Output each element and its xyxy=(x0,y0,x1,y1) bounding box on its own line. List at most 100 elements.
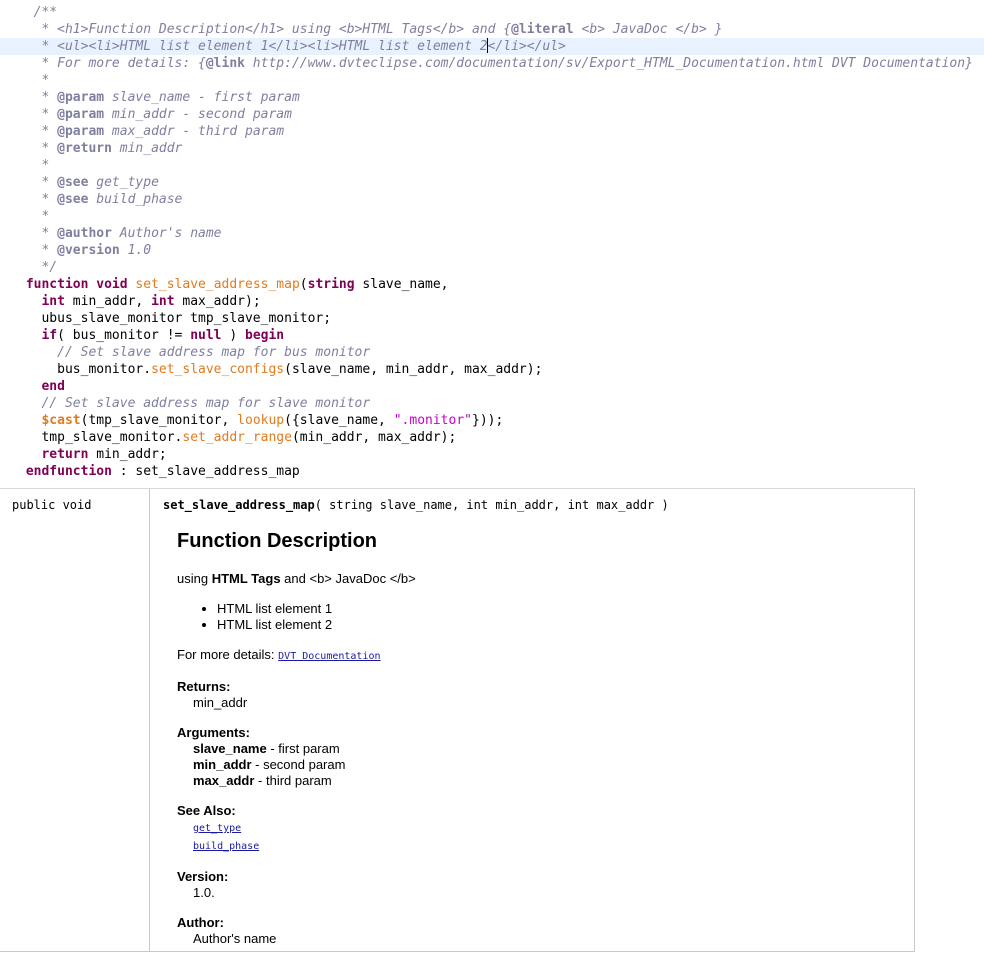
code-lines[interactable]: /** * <h1>Function Description</h1> usin… xyxy=(0,4,984,480)
code-token: * xyxy=(18,226,58,241)
code-token: // Set slave address map for bus monitor xyxy=(57,345,371,360)
code-line[interactable]: * @param slave_name - first param xyxy=(0,89,984,106)
code-line[interactable]: * @param max_addr - third param xyxy=(0,123,984,140)
code-token: * xyxy=(18,124,58,139)
code-line[interactable]: endfunction : set_slave_address_map xyxy=(0,463,984,480)
code-line[interactable]: function void set_slave_address_map(stri… xyxy=(0,276,984,293)
code-line[interactable]: ubus_slave_monitor tmp_slave_monitor; xyxy=(0,310,984,327)
code-token: @literal xyxy=(511,22,574,37)
returns-section: Returns: min_addr xyxy=(177,679,904,711)
code-token: */ xyxy=(18,260,58,275)
code-token: * xyxy=(18,175,58,190)
code-token: int xyxy=(151,294,175,309)
doc-intro: using HTML Tags and <b> JavaDoc </b> xyxy=(177,571,904,587)
code-editor[interactable]: /** * <h1>Function Description</h1> usin… xyxy=(0,0,984,488)
code-token: return xyxy=(41,447,89,462)
code-line[interactable]: * For more details: {@link http://www.dv… xyxy=(0,55,984,72)
code-token: min_addr - second param xyxy=(104,107,292,122)
code-line[interactable]: tmp_slave_monitor.set_addr_range(min_add… xyxy=(0,429,984,446)
code-token: if xyxy=(41,328,58,343)
code-token: function xyxy=(18,277,89,292)
code-token: max_addr - third param xyxy=(104,124,285,139)
code-token: * xyxy=(18,243,58,258)
arguments-section: Arguments: slave_name - first param min_… xyxy=(177,725,904,789)
code-line[interactable]: /** xyxy=(0,4,984,21)
code-line[interactable]: * @param min_addr - second param xyxy=(0,106,984,123)
code-line[interactable]: int min_addr, int max_addr); xyxy=(0,293,984,310)
code-line[interactable]: * @version 1.0 xyxy=(0,242,984,259)
intro-bold: HTML Tags xyxy=(211,571,281,586)
code-line[interactable]: * @see get_type xyxy=(0,174,984,191)
code-line[interactable]: * <h1>Function Description</h1> using <b… xyxy=(0,21,984,38)
doc-heading: Function Description xyxy=(177,530,377,552)
see-also-section: See Also: get_type build_phase xyxy=(177,803,904,855)
code-line[interactable]: * <ul><li>HTML list element 1</li><li>HT… xyxy=(0,38,984,55)
code-line[interactable]: // Set slave address map for bus monitor xyxy=(0,344,984,361)
code-token: Author's name xyxy=(111,226,222,241)
code-token: /** xyxy=(18,5,58,20)
argument-item: slave_name - first param xyxy=(193,741,904,757)
code-token: begin xyxy=(245,328,285,343)
code-line[interactable]: * @return min_addr xyxy=(0,140,984,157)
version-title: Version: xyxy=(177,869,229,884)
doc-content-column: set_slave_address_map( string slave_name… xyxy=(150,489,914,951)
code-line[interactable]: return min_addr; xyxy=(0,446,984,463)
code-token: * xyxy=(18,158,50,173)
code-line[interactable]: * xyxy=(0,72,984,89)
code-token: @return xyxy=(57,141,112,156)
code-token: http://www.dvteclipse.com/documentation/… xyxy=(244,56,973,71)
code-line[interactable]: * xyxy=(0,208,984,225)
code-token: @param xyxy=(57,124,105,139)
code-token: @see xyxy=(57,175,89,190)
signature-line: set_slave_address_map( string slave_name… xyxy=(163,498,669,512)
author-title: Author: xyxy=(177,915,224,930)
code-token: * For more details: { xyxy=(18,56,206,71)
code-token: @param xyxy=(57,107,105,122)
argument-item: min_addr - second param xyxy=(193,757,904,773)
signature-name: set_slave_address_map xyxy=(163,498,315,512)
code-token: min_addr xyxy=(111,141,183,156)
code-token: string xyxy=(307,277,355,292)
code-line[interactable]: if( bus_monitor != null ) begin xyxy=(0,327,984,344)
dvt-documentation-link[interactable]: DVT Documentation xyxy=(278,651,380,662)
code-token: set_slave_configs xyxy=(151,362,285,377)
code-line[interactable]: bus_monitor.set_slave_configs(slave_name… xyxy=(0,361,984,378)
code-token: </li></ul> xyxy=(487,39,566,54)
version-value: 1.0. xyxy=(193,885,215,900)
more-details-prefix: For more details: xyxy=(177,647,279,662)
arguments-list: slave_name - first param min_addr - seco… xyxy=(177,741,904,789)
code-token: ({slave_name, xyxy=(284,413,394,428)
code-token: @param xyxy=(57,90,105,105)
code-token: * xyxy=(18,73,50,88)
code-token: tmp_slave_monitor. xyxy=(18,430,183,445)
code-line[interactable]: end xyxy=(0,378,984,395)
doc-list: HTML list element 1 HTML list element 2 xyxy=(177,601,904,633)
code-token: build_phase xyxy=(88,192,183,207)
see-also-link-get-type[interactable]: get_type xyxy=(193,823,241,834)
code-line[interactable]: */ xyxy=(0,259,984,276)
code-token: ( xyxy=(299,277,308,292)
code-line[interactable]: * @author Author's name xyxy=(0,225,984,242)
code-line[interactable]: * @see build_phase xyxy=(0,191,984,208)
code-token: @author xyxy=(57,226,112,241)
code-line[interactable]: $cast(tmp_slave_monitor, lookup({slave_n… xyxy=(0,412,984,429)
code-line[interactable]: // Set slave address map for slave monit… xyxy=(0,395,984,412)
code-token: set_slave_address_map xyxy=(135,277,300,292)
code-line[interactable]: * xyxy=(0,157,984,174)
see-also-link-build-phase[interactable]: build_phase xyxy=(193,841,259,852)
argument-item: max_addr - third param xyxy=(193,773,904,789)
arguments-title: Arguments: xyxy=(177,725,250,740)
code-token: slave_name - first param xyxy=(104,90,300,105)
doc-more-details: For more details: DVT Documentation xyxy=(177,647,904,665)
see-also-title: See Also: xyxy=(177,803,236,818)
intro-prefix: using xyxy=(177,571,212,586)
doc-signature-modifiers-column: public void xyxy=(0,489,150,951)
list-item: HTML list element 2 xyxy=(217,617,904,633)
code-token: 1.0 xyxy=(119,243,152,258)
code-token: })); xyxy=(472,413,504,428)
